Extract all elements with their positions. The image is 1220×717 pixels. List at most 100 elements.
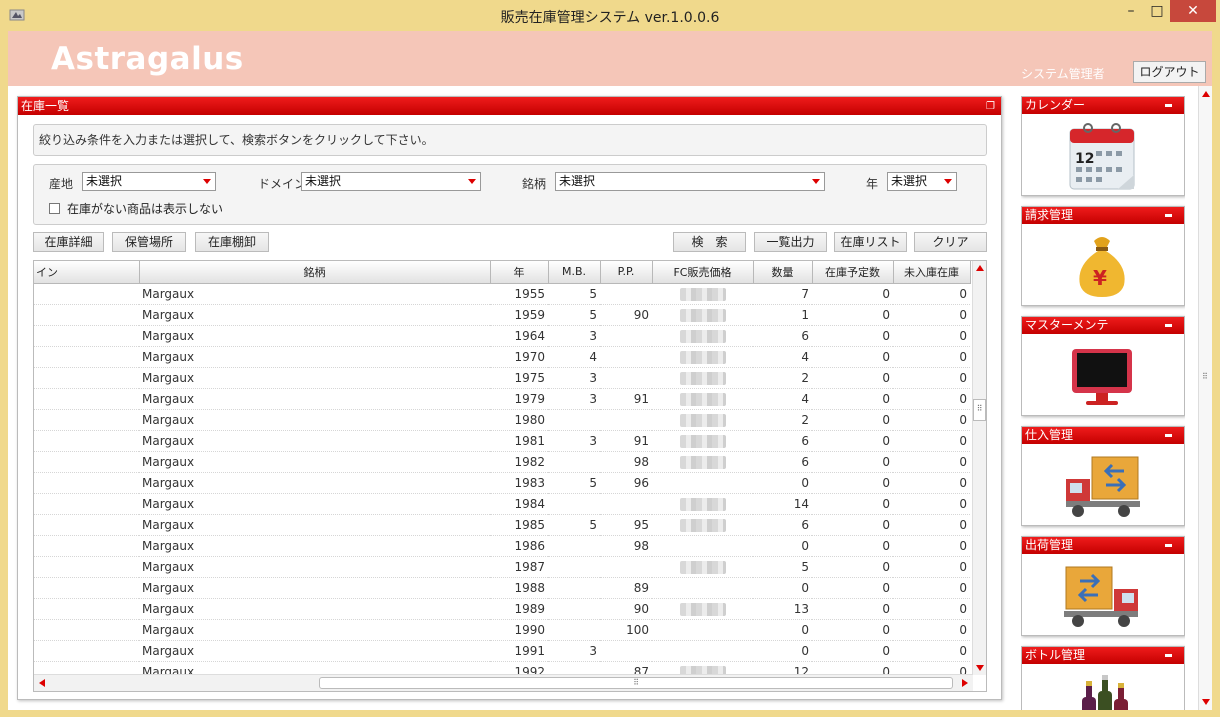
fc-price-cell <box>652 430 753 452</box>
minimize-icon[interactable] <box>1165 544 1172 547</box>
scrollbar-thumb[interactable]: ⠿ <box>1202 372 1208 381</box>
column-header[interactable]: イン <box>34 261 140 284</box>
domain-cell <box>34 535 139 557</box>
stock-table-viewport: イン 銘柄年 M.B. P.P. FC販売価格 数量 在庫予定数 未入庫在庫 Margaux 1… <box>34 261 973 675</box>
widget-titlebar: 請求管理 <box>1022 207 1184 224</box>
master-maintenance-widget[interactable]: マスターメンテ <box>1021 316 1185 416</box>
clear-button[interactable]: クリア <box>914 232 987 252</box>
table-horizontal-scrollbar[interactable]: ⠿ <box>34 674 973 691</box>
storage-location-button[interactable]: 保管場所 <box>112 232 186 252</box>
app-logo: Astragalus <box>51 41 244 77</box>
table-row[interactable]: Margaux 1990 100 0 0 0 <box>34 619 970 641</box>
table-row[interactable]: Margaux 1980 2 0 0 <box>34 409 970 431</box>
table-row[interactable]: Margaux 1987 5 0 0 <box>34 556 970 578</box>
brand-select[interactable]: 未選択 <box>555 172 825 191</box>
table-row[interactable]: Margaux 1983 5 96 0 0 0 <box>34 472 970 494</box>
search-button[interactable]: 検 索 <box>673 232 746 252</box>
planned-stock-cell: 0 <box>812 409 893 431</box>
table-row[interactable]: Margaux 1975 3 2 0 0 <box>34 367 970 389</box>
shipping-widget[interactable]: 出荷管理 <box>1021 536 1185 636</box>
pp-score-cell: 91 <box>600 430 652 452</box>
quantity-cell: 0 <box>753 619 812 641</box>
region-label: 産地 <box>49 177 74 191</box>
year-select[interactable]: 未選択 <box>887 172 957 191</box>
table-row[interactable]: Margaux 1992 87 12 0 0 <box>34 661 970 675</box>
purchasing-widget[interactable]: 仕入管理 <box>1021 426 1185 526</box>
table-row[interactable]: Margaux 1986 98 0 0 0 <box>34 535 970 557</box>
stock-detail-button[interactable]: 在庫詳細 <box>33 232 104 252</box>
stock-list-button[interactable]: 在庫リスト <box>834 232 907 252</box>
minimize-icon[interactable] <box>1165 654 1172 657</box>
table-vertical-scrollbar[interactable]: ⠿ <box>972 261 986 675</box>
export-list-button[interactable]: 一覧出力 <box>754 232 827 252</box>
widget-title: 仕入管理 <box>1025 428 1074 442</box>
page-vertical-scrollbar[interactable]: ⠿ <box>1198 86 1212 710</box>
maximize-button[interactable]: □ <box>1144 0 1170 22</box>
pp-score-cell <box>600 409 652 431</box>
restore-icon[interactable]: ❐ <box>986 98 995 116</box>
widget-titlebar: 仕入管理 <box>1022 427 1184 444</box>
year-select-value: 未選択 <box>891 174 928 188</box>
fc-price-cell <box>652 451 753 473</box>
brand-label: 銘柄 <box>522 177 547 191</box>
table-row[interactable]: Margaux 1959 5 90 1 0 0 <box>34 304 970 326</box>
table-row[interactable]: Margaux 1985 5 95 6 0 0 <box>34 514 970 536</box>
domain-cell <box>34 283 139 305</box>
column-header[interactable]: 銘柄 <box>139 261 491 284</box>
bottle-management-widget[interactable]: ボトル管理 <box>1021 646 1185 710</box>
column-header[interactable]: 数量 <box>753 261 813 284</box>
minimize-icon[interactable] <box>1165 324 1172 327</box>
hide-empty-checkbox[interactable] <box>49 203 60 214</box>
brand-cell: Margaux <box>139 325 490 347</box>
quantity-cell: 2 <box>753 367 812 389</box>
pending-stock-cell: 0 <box>893 556 970 578</box>
billing-widget[interactable]: 請求管理 ¥ <box>1021 206 1185 306</box>
column-header[interactable]: M.B. <box>548 261 601 284</box>
scroll-up-arrow-icon[interactable] <box>1202 91 1210 97</box>
pending-stock-cell: 0 <box>893 451 970 473</box>
redacted-price <box>679 497 726 511</box>
minimize-icon[interactable] <box>1165 434 1172 437</box>
table-row[interactable]: Margaux 1970 4 4 0 0 <box>34 346 970 368</box>
scroll-down-arrow-icon[interactable] <box>1202 699 1210 705</box>
column-header[interactable]: P.P. <box>600 261 653 284</box>
table-row[interactable]: Margaux 1991 3 0 0 0 <box>34 640 970 662</box>
scroll-down-arrow-icon[interactable] <box>976 665 984 671</box>
table-row[interactable]: Margaux 1981 3 91 6 0 0 <box>34 430 970 452</box>
domain-cell <box>34 409 139 431</box>
table-row[interactable]: Margaux 1989 90 13 0 0 <box>34 598 970 620</box>
table-row[interactable]: Margaux 1982 98 6 0 0 <box>34 451 970 473</box>
column-header[interactable]: 在庫予定数 <box>812 261 894 284</box>
dropdown-arrow-icon <box>812 179 820 184</box>
minimize-button[interactable]: – <box>1118 0 1144 22</box>
scroll-left-arrow-icon[interactable] <box>39 679 45 687</box>
table-row[interactable]: Margaux 1955 5 7 0 0 <box>34 283 970 305</box>
table-row[interactable]: Margaux 1984 14 0 0 <box>34 493 970 515</box>
table-row[interactable]: Margaux 1988 89 0 0 0 <box>34 577 970 599</box>
scrollbar-thumb[interactable]: ⠿ <box>973 399 986 421</box>
mb-score-cell: 4 <box>548 346 600 368</box>
region-select[interactable]: 未選択 <box>82 172 216 191</box>
domain-cell <box>34 451 139 473</box>
column-header[interactable]: 年 <box>490 261 549 284</box>
scroll-up-arrow-icon[interactable] <box>976 265 984 271</box>
stocktake-button[interactable]: 在庫棚卸 <box>195 232 269 252</box>
quantity-cell: 4 <box>753 346 812 368</box>
calendar-widget[interactable]: カレンダー 12 <box>1021 96 1185 196</box>
quantity-cell: 6 <box>753 451 812 473</box>
minimize-icon[interactable] <box>1165 104 1172 107</box>
quantity-cell: 6 <box>753 514 812 536</box>
table-row[interactable]: Margaux 1979 3 91 4 0 0 <box>34 388 970 410</box>
minimize-icon[interactable] <box>1165 214 1172 217</box>
column-header[interactable]: 未入庫在庫 <box>893 261 971 284</box>
logout-button[interactable]: ログアウト <box>1133 61 1206 83</box>
table-row[interactable]: Margaux 1964 3 6 0 0 <box>34 325 970 347</box>
domain-select[interactable]: 未選択 <box>301 172 481 191</box>
scroll-right-arrow-icon[interactable] <box>962 679 968 687</box>
mb-score-cell: 5 <box>548 283 600 305</box>
close-button[interactable]: ✕ <box>1170 0 1216 22</box>
column-header[interactable]: FC販売価格 <box>652 261 754 284</box>
scrollbar-thumb[interactable]: ⠿ <box>319 677 953 689</box>
money-bag-icon: ¥ <box>1079 237 1125 297</box>
year-cell: 1980 <box>490 409 548 431</box>
